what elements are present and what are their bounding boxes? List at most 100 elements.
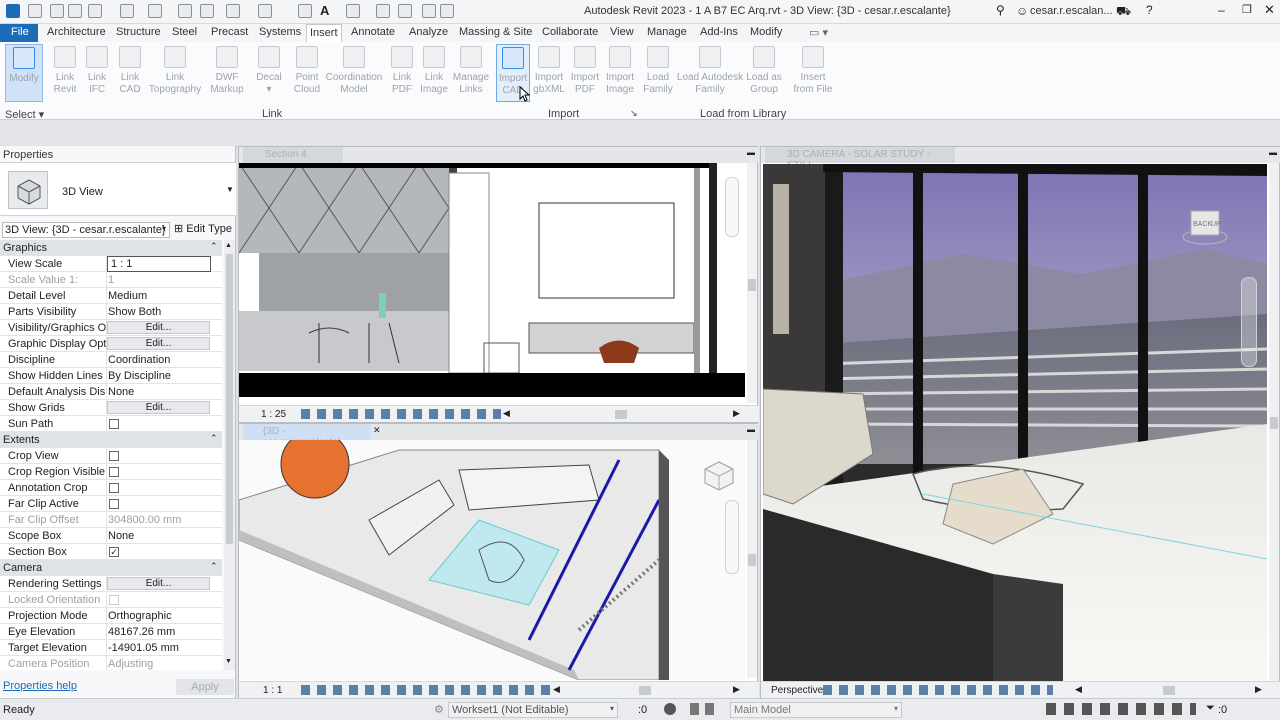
dwf-markup-button[interactable]: DWF Markup <box>208 46 246 96</box>
cart-icon[interactable]: ⛟ <box>1116 4 1131 20</box>
viewcube[interactable] <box>701 460 737 492</box>
worksets-icon[interactable]: ⚙ <box>434 703 444 716</box>
minimize-icon[interactable]: – <box>1218 3 1225 17</box>
scroll-left-icon[interactable]: ◀ <box>553 684 560 695</box>
tab-structure[interactable]: Structure <box>113 26 164 38</box>
edit-type-button[interactable]: ⊞ Edit Type <box>174 222 232 235</box>
tab-insert[interactable]: Insert <box>306 24 342 42</box>
close-tab-icon[interactable]: ✕ <box>373 425 381 436</box>
link-cad-button[interactable]: Link CAD <box>111 46 149 96</box>
camera-vscrollbar[interactable] <box>1269 163 1279 681</box>
tab-view[interactable]: View <box>607 26 637 38</box>
checkbox[interactable] <box>109 467 119 477</box>
close-hidden-icon[interactable] <box>422 4 436 18</box>
revit-logo-icon[interactable] <box>6 4 20 18</box>
navigation-bar[interactable] <box>725 177 739 237</box>
undo-icon[interactable] <box>120 4 134 18</box>
group-header-camera[interactable]: Camera ⌃ <box>0 560 222 576</box>
chevron-down-icon[interactable]: ▼ <box>226 185 234 194</box>
scroll-thumb[interactable] <box>226 254 233 544</box>
property-value[interactable]: By Discipline <box>108 370 171 382</box>
instance-filter-select[interactable]: 3D View: {3D - cesar.r.escalante} ▾ <box>2 222 170 238</box>
property-value[interactable]: 304800.00 mm <box>108 514 181 526</box>
help-icon[interactable]: ? <box>1146 3 1153 17</box>
link-topography-button[interactable]: Link Topography <box>146 46 204 96</box>
view-menu-icon[interactable]: ▬ <box>747 425 755 434</box>
tab-modify[interactable]: Modify <box>747 26 785 38</box>
view-controls-icons[interactable] <box>301 685 551 695</box>
checkbox[interactable]: ✓ <box>109 547 119 557</box>
view-controls-icons[interactable] <box>301 409 501 419</box>
properties-help-link[interactable]: Properties help <box>3 680 77 692</box>
decal-button[interactable]: Decal ▾ <box>250 46 288 96</box>
scroll-right-icon[interactable]: ▶ <box>733 408 740 419</box>
scroll-thumb[interactable] <box>1270 417 1278 429</box>
tab-precast[interactable]: Precast <box>208 26 251 38</box>
design-options-icons[interactable] <box>690 703 720 715</box>
load-autodesk-family-button[interactable]: Load Autodesk Family <box>674 46 746 96</box>
3d-axonometric-drawing[interactable] <box>239 440 745 680</box>
selection-filter-icons[interactable] <box>1046 703 1196 715</box>
scroll-right-icon[interactable]: ▶ <box>1255 684 1262 695</box>
property-value[interactable]: 1 <box>108 274 114 286</box>
tab-architecture[interactable]: Architecture <box>44 26 109 38</box>
dimension-icon[interactable] <box>226 4 240 18</box>
section-drawing[interactable] <box>239 163 745 397</box>
redo-icon[interactable] <box>148 4 162 18</box>
projection-mode[interactable]: Perspective <box>771 685 823 696</box>
scroll-thumb[interactable] <box>748 279 756 291</box>
folder-icon[interactable] <box>50 4 64 18</box>
property-value[interactable]: -14901.05 mm <box>108 642 179 654</box>
3d-view-icon[interactable] <box>298 4 312 18</box>
hscroll-thumb[interactable] <box>615 410 627 419</box>
property-value[interactable]: Adjusting <box>108 658 153 670</box>
camera-view-window[interactable]: 3D CAMERA - SOLAR STUDY - STILL ▬ BACKUP <box>760 146 1280 698</box>
point-cloud-button[interactable]: Point Cloud <box>288 46 326 96</box>
section-view-window[interactable]: Section 4 ▬ 1 : 25 ◀ ▶ <box>238 146 759 423</box>
close-icon[interactable]: ✕ <box>1264 2 1275 18</box>
sync-icon[interactable] <box>88 4 102 18</box>
import-image-button[interactable]: Import Image <box>601 46 639 96</box>
3d-vscrollbar[interactable] <box>747 440 757 678</box>
scroll-left-icon[interactable]: ◀ <box>503 408 510 419</box>
collapse-icon[interactable]: ⌃ <box>210 561 218 572</box>
checkbox[interactable] <box>109 451 119 461</box>
view-controls-icons[interactable] <box>823 685 1053 695</box>
hscroll-thumb[interactable] <box>639 686 651 695</box>
scroll-thumb[interactable] <box>748 554 756 566</box>
measure-icon[interactable] <box>200 4 214 18</box>
insert-from-file-button[interactable]: Insert from File <box>790 46 836 96</box>
default-3d-icon[interactable] <box>346 4 360 18</box>
group-header-graphics[interactable]: Graphics ⌃ <box>0 240 222 256</box>
apply-button[interactable]: Apply <box>176 679 234 695</box>
coordination-model-button[interactable]: Coordination Model <box>324 46 384 96</box>
view-scale-input[interactable]: 1 : 1 <box>107 256 211 272</box>
type-selector[interactable]: 3D View ▼ <box>0 162 236 216</box>
tab-collaborate[interactable]: Collaborate <box>539 26 601 38</box>
3d-view-window[interactable]: {3D - cesar.r.escalante} ✕ ▬ 1 : 1 ◀ ▶ <box>238 423 759 698</box>
filter-icon[interactable]: ⏷ <box>1206 702 1215 715</box>
manage-links-button[interactable]: Manage Links <box>452 46 490 96</box>
checkbox[interactable] <box>109 499 119 509</box>
camera-view-tab[interactable]: 3D CAMERA - SOLAR STUDY - STILL <box>765 147 955 171</box>
print-icon[interactable] <box>178 4 192 18</box>
load-family-button[interactable]: Load Family <box>639 46 677 96</box>
edit-button[interactable]: Edit... <box>107 337 210 350</box>
scroll-left-icon[interactable]: ◀ <box>1075 684 1082 695</box>
tab-analyze[interactable]: Analyze <box>406 26 451 38</box>
property-value[interactable]: None <box>108 530 134 542</box>
restore-icon[interactable]: ❐ <box>1242 3 1252 16</box>
property-value[interactable]: 48167.26 mm <box>108 626 175 638</box>
scroll-up-icon[interactable]: ▲ <box>225 242 232 249</box>
collapse-icon[interactable]: ⌃ <box>210 241 218 252</box>
view-scale[interactable]: 1 : 1 <box>263 685 282 696</box>
section-view-tab[interactable]: Section 4 <box>243 147 343 163</box>
view-scale[interactable]: 1 : 25 <box>261 409 286 420</box>
checkbox[interactable] <box>109 483 119 493</box>
collapse-icon[interactable]: ⌃ <box>210 433 218 444</box>
dialog-launcher-icon[interactable]: ↘ <box>630 108 638 119</box>
binoculars-icon[interactable]: ⚲ <box>996 3 1010 17</box>
tab-annotate[interactable]: Annotate <box>348 26 398 38</box>
property-value[interactable]: Show Both <box>108 306 161 318</box>
import-pdf-button[interactable]: Import PDF <box>566 46 604 96</box>
